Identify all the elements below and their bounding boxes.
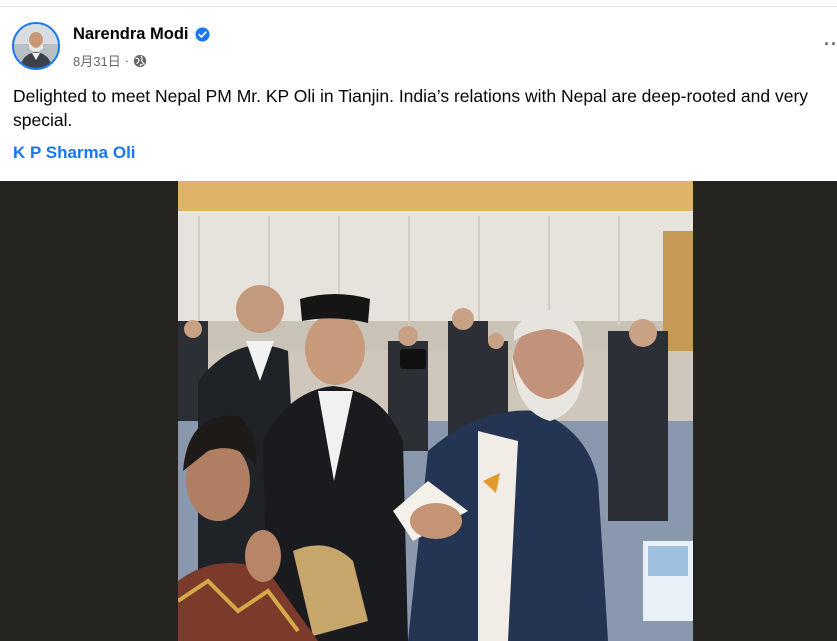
more-options-icon[interactable]: ·· — [824, 34, 837, 55]
top-divider — [0, 6, 837, 7]
tagged-person-link[interactable]: K P Sharma Oli — [13, 143, 136, 163]
meeting-photo-illustration — [178, 181, 693, 641]
verified-badge-icon — [195, 27, 210, 42]
post-text: Delighted to meet Nepal PM Mr. KP Oli in… — [13, 86, 809, 130]
post-date[interactable]: 8月31日 — [73, 51, 121, 70]
post-photo[interactable] — [178, 181, 693, 641]
avatar-image — [14, 24, 58, 68]
meta-separator: · — [124, 53, 130, 68]
globe-icon[interactable] — [133, 54, 147, 68]
author-name[interactable]: Narendra Modi — [73, 25, 189, 44]
author-avatar[interactable] — [12, 22, 60, 70]
post-header: Narendra Modi 8月31日 · ·· — [12, 22, 837, 74]
